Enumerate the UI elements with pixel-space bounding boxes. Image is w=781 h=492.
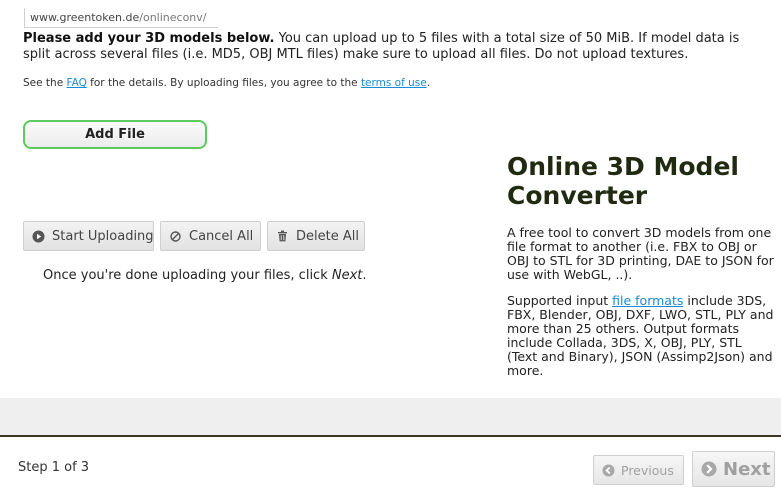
step-indicator: Step 1 of 3	[18, 460, 90, 475]
url-bar[interactable]: www.greentoken.de/onlineconv/	[24, 8, 218, 28]
hint-prefix: Once you're done uploading your files, c…	[43, 268, 332, 283]
delete-all-button[interactable]: Delete All	[267, 221, 365, 251]
previous-button[interactable]: Previous	[593, 455, 684, 485]
next-label: Next	[723, 458, 771, 480]
upload-hint: Once you're done uploading your files, c…	[43, 268, 367, 283]
arrow-right-circle-icon	[701, 461, 717, 477]
play-circle-icon	[32, 230, 45, 243]
tool-description: A free tool to convert 3D models from on…	[507, 225, 774, 282]
start-uploading-label: Start Uploading	[52, 228, 154, 244]
intro-bold: Please add your 3D models below.	[23, 31, 275, 46]
url-path: /onlineconv/	[139, 11, 207, 24]
faq-link[interactable]: FAQ	[67, 77, 87, 89]
hint-next: Next	[331, 268, 363, 283]
url-host: www.greentoken.de	[30, 11, 140, 24]
next-button[interactable]: Next	[692, 451, 775, 487]
faq-text-2: for the details. By uploading files, you…	[86, 77, 361, 89]
hint-suffix: .	[362, 268, 367, 283]
faq-text-3: .	[426, 77, 431, 89]
faq-line: See the FAQ for the details. By uploadin…	[23, 77, 723, 89]
arrow-left-circle-icon	[602, 464, 615, 477]
cancel-all-button[interactable]: Cancel All	[160, 221, 261, 251]
terms-of-use-link[interactable]: terms of use	[361, 77, 427, 89]
delete-all-label: Delete All	[296, 228, 359, 244]
trash-icon	[276, 230, 289, 243]
separator-band	[0, 398, 781, 436]
file-formats-link[interactable]: file formats	[612, 293, 683, 308]
formats-prefix: Supported input	[507, 293, 613, 308]
intro-text: Please add your 3D models below. You can…	[23, 31, 763, 63]
ban-icon	[169, 230, 182, 243]
add-file-button[interactable]: Add File	[23, 120, 207, 149]
cancel-all-label: Cancel All	[189, 228, 254, 244]
start-uploading-button[interactable]: Start Uploading	[23, 221, 154, 251]
faq-text-1: See the	[23, 77, 67, 89]
page-title: Online 3D Model Converter	[507, 152, 739, 210]
previous-label: Previous	[621, 462, 674, 478]
formats-description: Supported input file formats include 3DS…	[507, 294, 775, 378]
